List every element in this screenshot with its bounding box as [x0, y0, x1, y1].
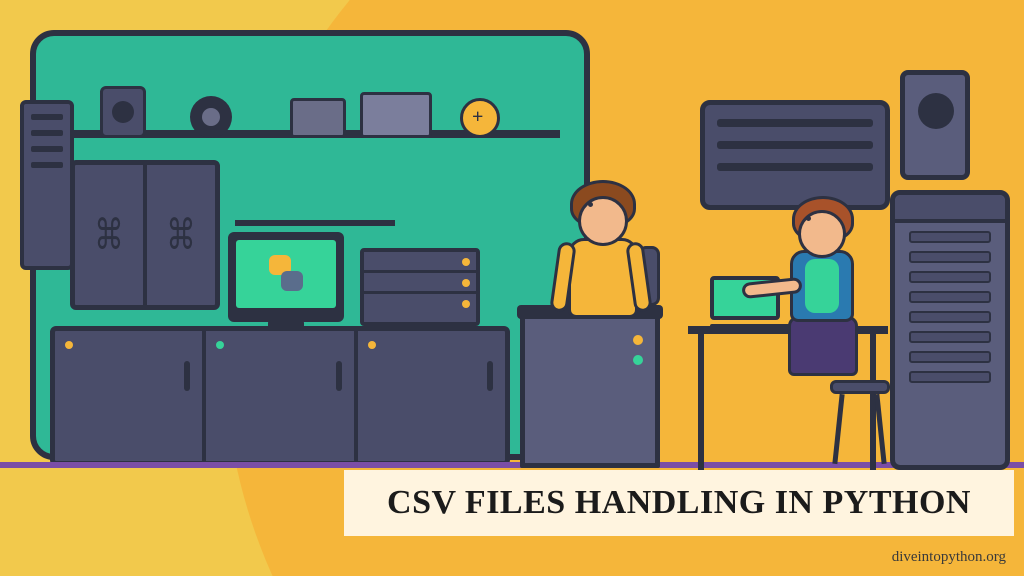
- person-sitting: [776, 196, 906, 396]
- server-cabinet: ⌘ ⌘: [70, 160, 220, 310]
- shelf-lens: [190, 96, 232, 138]
- mid-shelf: [235, 220, 395, 226]
- desktop-monitor: [228, 232, 344, 322]
- wall-ac-unit: [20, 100, 74, 270]
- shelf-box-large: [360, 92, 432, 138]
- table-leg: [698, 326, 704, 470]
- equipment-rack: [360, 248, 480, 326]
- shelf-ball-icon: [460, 98, 500, 138]
- monitor-screen: [236, 240, 336, 308]
- server-tower: [890, 190, 1010, 470]
- shelf-speaker: [100, 86, 146, 138]
- right-wall-speaker: [900, 70, 970, 180]
- wall-bulletin-board: [700, 100, 890, 210]
- illustration-stage: ⌘ ⌘: [0, 0, 1024, 576]
- person-standing: [548, 180, 658, 380]
- title-banner: CSV FILES HANDLING IN PYTHON: [344, 470, 1014, 536]
- python-logo-icon: [267, 255, 305, 293]
- page-title: CSV FILES HANDLING IN PYTHON: [387, 484, 971, 522]
- top-shelf: [60, 130, 560, 138]
- workbench: [50, 326, 510, 466]
- stool: [830, 380, 890, 460]
- shelf-box-small: [290, 98, 346, 138]
- site-credit: diveintopython.org: [892, 549, 1006, 566]
